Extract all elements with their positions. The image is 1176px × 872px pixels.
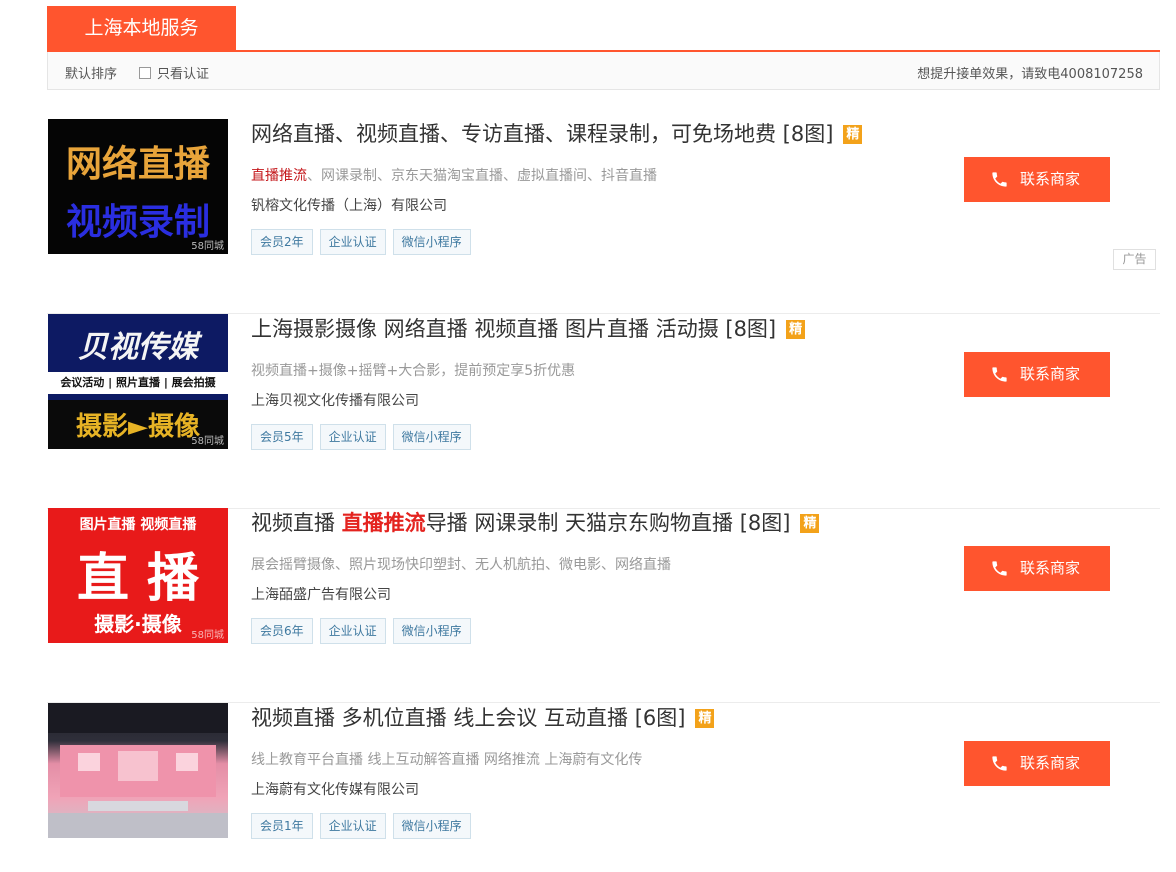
- badge-list: 会员2年 企业认证 微信小程序: [251, 229, 471, 255]
- badge-wechat-miniprogram: 微信小程序: [392, 813, 471, 839]
- contact-merchant-button[interactable]: 联系商家: [964, 546, 1110, 591]
- phone-icon: [992, 756, 1007, 771]
- sort-default-link[interactable]: 默认排序: [65, 63, 117, 82]
- featured-badge: 精: [843, 125, 863, 144]
- contact-merchant-button[interactable]: 联系商家: [964, 741, 1110, 786]
- listing-title-text[interactable]: 网络直播、视频直播、专访直播、课程录制，可免场地费 [8图]: [251, 122, 833, 146]
- badge-membership: 会员2年: [251, 229, 313, 255]
- company-name[interactable]: 钒榕文化传播（上海）有限公司: [251, 195, 447, 215]
- listing-thumbnail[interactable]: 贝视传媒 会议活动 | 照片直播 | 展会拍摄 摄影►摄像 58同城: [48, 314, 228, 449]
- listing-item: 图片直播 视频直播 直 播 摄影·摄像 58同城 视频直播 直播推流导播 网课录…: [47, 508, 1160, 703]
- badge-enterprise-verified: 企业认证: [319, 618, 386, 644]
- ad-label: 广告: [1113, 249, 1156, 270]
- featured-badge: 精: [695, 709, 715, 728]
- desc-text: 、网课录制、京东天猫淘宝直播、虚拟直播间、抖音直播: [307, 168, 657, 184]
- thumbnail-text: 会议活动 | 照片直播 | 展会拍摄: [48, 372, 228, 394]
- thumbnail-text: 网络直播: [65, 144, 210, 185]
- badge-list: 会员5年 企业认证 微信小程序: [251, 424, 471, 450]
- verified-only-checkbox[interactable]: [139, 66, 151, 79]
- listing-item: 视频直播 多机位直播 线上会议 互动直播 [6图] 精 线上教育平台直播 线上互动…: [47, 703, 1160, 872]
- watermark: 58同城: [191, 436, 224, 447]
- listing-title[interactable]: 上海摄影摄像 网络直播 视频直播 图片直播 活动摄 [8图] 精: [251, 314, 806, 344]
- listing-thumbnail[interactable]: [48, 703, 228, 838]
- contact-merchant-label: 联系商家: [1020, 754, 1081, 772]
- phone-icon: [992, 561, 1007, 576]
- badge-enterprise-verified: 企业认证: [319, 424, 386, 450]
- listing-title-text[interactable]: 视频直播 直播推流导播 网课录制 天猫京东购物直播 [8图]: [251, 511, 790, 535]
- listing-title[interactable]: 视频直播 直播推流导播 网课录制 天猫京东购物直播 [8图] 精: [251, 508, 820, 538]
- listing-item: 网络直播 视频录制 58同城 网络直播、视频直播、专访直播、课程录制，可免场地费…: [47, 119, 1160, 314]
- listing-desc: 视频直播+摄像+摇臂+大合影，提前预定享5折优惠: [251, 363, 576, 379]
- company-name[interactable]: 上海贝视文化传播有限公司: [251, 390, 419, 410]
- phone-icon: [992, 172, 1007, 187]
- thumbnail-text: 直 播: [76, 549, 200, 609]
- phone-icon: [992, 367, 1007, 382]
- listing-desc: 线上教育平台直播 线上互动解答直播 网络推流 上海蔚有文化传: [251, 752, 643, 768]
- desc-highlight[interactable]: 直播推流: [251, 168, 307, 184]
- listing-thumbnail[interactable]: 网络直播 视频录制 58同城: [48, 119, 228, 254]
- contact-merchant-button[interactable]: 联系商家: [964, 352, 1110, 397]
- thumbnail-text: 图片直播 视频直播: [79, 517, 197, 533]
- contact-merchant-label: 联系商家: [1020, 170, 1081, 188]
- listing-desc: 展会摇臂摄像、照片现场快印塑封、无人机航拍、微电影、网络直播: [251, 557, 671, 573]
- featured-badge: 精: [800, 514, 820, 533]
- badge-enterprise-verified: 企业认证: [319, 813, 386, 839]
- tab-bar: 上海本地服务: [47, 6, 1160, 52]
- featured-badge: 精: [786, 320, 806, 339]
- verified-only-label: 只看认证: [157, 67, 210, 82]
- watermark: 58同城: [191, 630, 224, 641]
- verified-only-filter[interactable]: 只看认证: [139, 63, 209, 82]
- company-name[interactable]: 上海蔚有文化传媒有限公司: [251, 779, 419, 799]
- listing-title[interactable]: 网络直播、视频直播、专访直播、课程录制，可免场地费 [8图] 精: [251, 119, 863, 149]
- badge-wechat-miniprogram: 微信小程序: [392, 618, 471, 644]
- watermark: 58同城: [191, 241, 224, 252]
- badge-wechat-miniprogram: 微信小程序: [392, 424, 471, 450]
- studio-photo-image: [48, 703, 228, 838]
- listing-title-text[interactable]: 视频直播 多机位直播 线上会议 互动直播 [6图]: [251, 706, 685, 730]
- listing-thumbnail[interactable]: 图片直播 视频直播 直 播 摄影·摄像 58同城: [48, 508, 228, 643]
- upgrade-tip: 想提升接单效果，请致电4008107258: [917, 67, 1143, 82]
- listing-title-text[interactable]: 上海摄影摄像 网络直播 视频直播 图片直播 活动摄 [8图]: [251, 317, 776, 341]
- tab-shanghai-local-service[interactable]: 上海本地服务: [47, 6, 236, 50]
- badge-enterprise-verified: 企业认证: [319, 229, 386, 255]
- badge-membership: 会员5年: [251, 424, 313, 450]
- listing-title[interactable]: 视频直播 多机位直播 线上会议 互动直播 [6图] 精: [251, 703, 715, 733]
- badge-membership: 会员1年: [251, 813, 313, 839]
- thumbnail-text: 贝视传媒: [78, 330, 198, 365]
- contact-merchant-label: 联系商家: [1020, 559, 1081, 577]
- filter-bar: 默认排序 只看认证 想提升接单效果，请致电4008107258: [47, 52, 1160, 90]
- contact-merchant-button[interactable]: 联系商家: [964, 157, 1110, 202]
- badge-list: 会员1年 企业认证 微信小程序: [251, 813, 471, 839]
- badge-membership: 会员6年: [251, 618, 313, 644]
- badge-list: 会员6年 企业认证 微信小程序: [251, 618, 471, 644]
- company-name[interactable]: 上海皕盛广告有限公司: [251, 584, 391, 604]
- contact-merchant-label: 联系商家: [1020, 365, 1081, 383]
- listing-item: 贝视传媒 会议活动 | 照片直播 | 展会拍摄 摄影►摄像 58同城 上海摄影摄…: [47, 314, 1160, 509]
- listing-desc: 直播推流、网课录制、京东天猫淘宝直播、虚拟直播间、抖音直播: [251, 165, 657, 185]
- badge-wechat-miniprogram: 微信小程序: [392, 229, 471, 255]
